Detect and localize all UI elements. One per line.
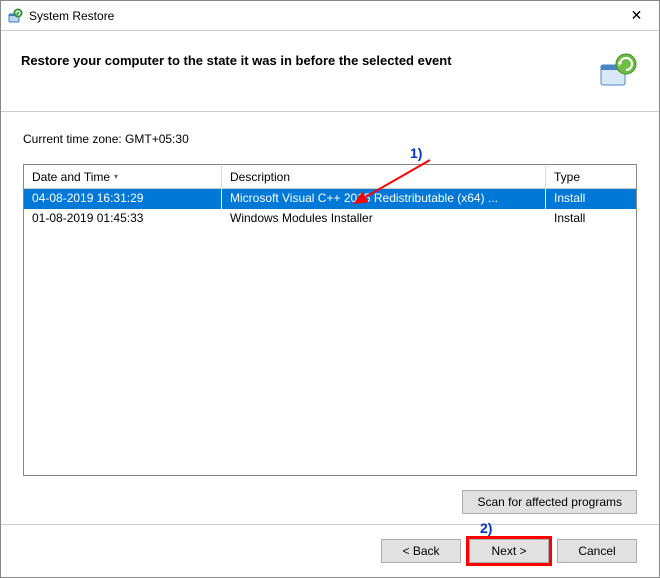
cell-type: Install xyxy=(546,189,636,209)
banner-heading: Restore your computer to the state it wa… xyxy=(21,51,597,68)
table-row[interactable]: 04-08-2019 16:31:29 Microsoft Visual C++… xyxy=(24,189,636,209)
cancel-button[interactable]: Cancel xyxy=(557,539,637,563)
cell-desc: Windows Modules Installer xyxy=(222,209,546,229)
col-description[interactable]: Description xyxy=(222,165,546,188)
timezone-label: Current time zone: GMT+05:30 xyxy=(23,132,637,146)
cell-type: Install xyxy=(546,209,636,229)
system-restore-icon xyxy=(7,8,23,24)
sort-indicator-icon: ▾ xyxy=(114,172,118,181)
titlebar: System Restore ✕ xyxy=(1,1,659,31)
col-type[interactable]: Type xyxy=(546,165,636,188)
content-area: Current time zone: GMT+05:30 Date and Ti… xyxy=(1,112,659,524)
system-restore-window: System Restore ✕ Restore your computer t… xyxy=(0,0,660,578)
col-desc-label: Description xyxy=(230,170,290,184)
col-type-label: Type xyxy=(554,170,580,184)
window-title: System Restore xyxy=(29,9,614,23)
table-row[interactable]: 01-08-2019 01:45:33 Windows Modules Inst… xyxy=(24,209,636,229)
cell-date: 04-08-2019 16:31:29 xyxy=(24,189,222,209)
close-icon: ✕ xyxy=(631,7,643,24)
scan-affected-button[interactable]: Scan for affected programs xyxy=(462,490,637,514)
scan-row: Scan for affected programs xyxy=(23,490,637,514)
close-button[interactable]: ✕ xyxy=(614,1,659,31)
col-date[interactable]: Date and Time ▾ xyxy=(24,165,222,188)
table-header: Date and Time ▾ Description Type xyxy=(24,165,636,189)
bottom-bar: < Back Next > Cancel xyxy=(1,524,659,577)
back-button[interactable]: < Back xyxy=(381,539,461,563)
next-button[interactable]: Next > xyxy=(469,539,549,563)
restore-points-table: Date and Time ▾ Description Type 04-08-2… xyxy=(23,164,637,476)
banner: Restore your computer to the state it wa… xyxy=(1,31,659,112)
col-date-label: Date and Time xyxy=(32,170,110,184)
table-body: 04-08-2019 16:31:29 Microsoft Visual C++… xyxy=(24,189,636,475)
restore-large-icon xyxy=(597,51,639,93)
cell-date: 01-08-2019 01:45:33 xyxy=(24,209,222,229)
cell-desc: Microsoft Visual C++ 2015 Redistributabl… xyxy=(222,189,546,209)
